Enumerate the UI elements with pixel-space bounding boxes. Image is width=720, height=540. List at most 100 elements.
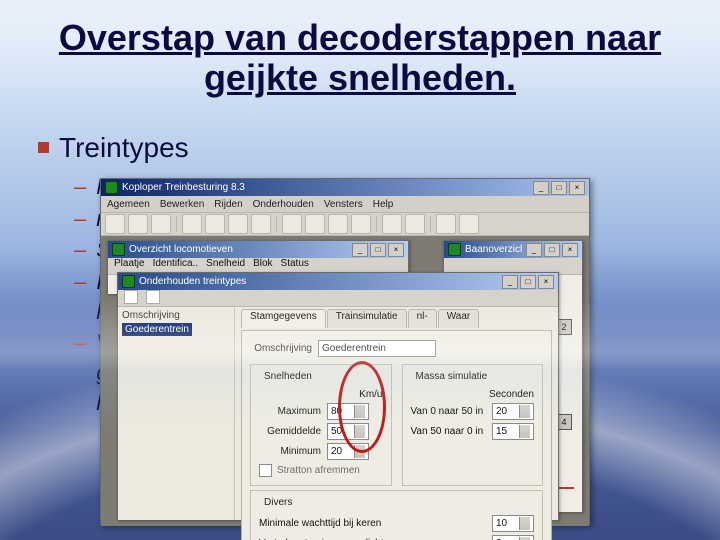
list-header: Omschrijving [122, 310, 230, 321]
close-button[interactable]: × [538, 275, 554, 289]
input-max[interactable]: 80 [327, 403, 369, 420]
baan-title: Baanoverzicht [465, 244, 522, 255]
toolbar-separator [430, 216, 431, 232]
input-omschrijving[interactable]: Goederentrein [318, 340, 436, 357]
minimize-button[interactable]: _ [526, 243, 542, 257]
menubar: Agemeen Bewerken Rijden Onderhouden Vens… [101, 196, 589, 213]
menu-item[interactable]: Agemeen [107, 199, 150, 210]
ov-title: Overzicht locomotieven [129, 244, 348, 255]
toolbar-button[interactable] [251, 214, 271, 234]
checkbox-stratton[interactable]: Stratton afremmen [259, 464, 383, 477]
toolbar-button[interactable] [151, 214, 171, 234]
menu-item[interactable]: Rijden [214, 199, 242, 210]
tab-stamgegevens[interactable]: Stamgegevens [241, 309, 326, 328]
dlg-list: Omschrijving Goederentrein [118, 307, 235, 520]
main-titlebar[interactable]: Koploper Treinbesturing 8.3 _ □ × [101, 179, 589, 196]
minimize-button[interactable]: _ [352, 243, 368, 257]
dash-icon: – [74, 235, 86, 265]
window-buttons: _ □ × [533, 181, 585, 195]
baan-titlebar[interactable]: Baanoverzicht _□× [444, 241, 582, 258]
main-title: Koploper Treinbesturing 8.3 [122, 182, 529, 193]
tab-nl[interactable]: nl- [408, 309, 437, 328]
dlg-right: Stamgegevens Trainsimulatie nl- Waar Oms… [235, 307, 558, 520]
bullet-l1-text: Treintypes [59, 132, 189, 164]
window-icon [112, 243, 125, 256]
group-title: Massa simulatie [413, 371, 491, 382]
label-min: Minimum [259, 446, 321, 457]
toolbar-button[interactable] [182, 214, 202, 234]
group-snelheden: Snelheden Km/u Maximum 80 Gemiddelde 50 Mi… [250, 364, 392, 486]
dlg-panel: Omschrijving Goederentrein Snelheden Km/… [241, 330, 552, 540]
group-title: Snelheden [261, 371, 315, 382]
dlg-titlebar[interactable]: Onderhouden treintypes _□× [118, 273, 558, 290]
label-mid: Gemiddelde [259, 426, 321, 437]
minimize-button[interactable]: _ [502, 275, 518, 289]
list-item-selected[interactable]: Goederentrein [122, 323, 192, 336]
label-max: Maximum [259, 406, 321, 417]
checkbox-icon [259, 464, 272, 477]
label-massa1: Van 0 naar 50 in [411, 406, 487, 417]
menu-item[interactable]: Help [373, 199, 394, 210]
app-icon [105, 181, 118, 194]
app-screenshot: Koploper Treinbesturing 8.3 _ □ × Agemee… [100, 178, 590, 525]
toolbar-button[interactable] [228, 214, 248, 234]
toolbar-button[interactable] [405, 214, 425, 234]
dlg-body: Omschrijving Goederentrein Stamgegevens … [118, 307, 558, 520]
toolbar-separator [276, 216, 277, 232]
dash-icon: – [74, 267, 86, 297]
bullet-level1: Treintypes [38, 132, 682, 164]
unit-label: Km/u [359, 389, 382, 400]
input-mid[interactable]: 50 [327, 423, 369, 440]
tab-waar[interactable]: Waar [438, 309, 480, 328]
input-massa2[interactable]: 15 [492, 423, 534, 440]
maximize-button[interactable]: □ [520, 275, 536, 289]
toolbar-button[interactable] [382, 214, 402, 234]
toolbar-button[interactable] [328, 214, 348, 234]
window-icon [122, 275, 135, 288]
dlg-toolbar [118, 290, 558, 307]
toolbar-button[interactable] [305, 214, 325, 234]
input-div2[interactable]: 2 [492, 535, 534, 540]
toolbar-button[interactable] [105, 214, 125, 234]
toolbar-button[interactable] [459, 214, 479, 234]
menu-item[interactable]: Onderhouden [253, 199, 314, 210]
toolbar-separator [176, 216, 177, 232]
group-massa: Massa simulatie Seconden Van 0 naar 50 i… [402, 364, 544, 486]
label-omschrijving: Omschrijving [250, 343, 312, 354]
minimize-button[interactable]: _ [533, 181, 549, 195]
dash-icon: – [74, 204, 86, 234]
menu-item[interactable]: Vensters [324, 199, 363, 210]
toolbar-separator [376, 216, 377, 232]
toolbar-button[interactable] [436, 214, 456, 234]
maximize-button[interactable]: □ [544, 243, 560, 257]
maximize-button[interactable]: □ [551, 181, 567, 195]
toolbar-button[interactable] [282, 214, 302, 234]
toolbar-button[interactable] [205, 214, 225, 234]
group-divers: Divers Minimale wachttijd bij keren10 Ve… [250, 490, 543, 540]
tab-trainsimulatie[interactable]: Trainsimulatie [327, 309, 407, 328]
toolbar-button[interactable] [124, 290, 138, 304]
slide-title: Overstap van decoderstappen naar geijkte… [38, 18, 682, 97]
input-massa1[interactable]: 20 [492, 403, 534, 420]
ov-titlebar[interactable]: Overzicht locomotieven _□× [108, 241, 408, 258]
slide: Overstap van decoderstappen naar geijkte… [0, 0, 720, 540]
toolbar-button[interactable] [351, 214, 371, 234]
dialog-treintypes: Onderhouden treintypes _□× Omschrijving … [117, 272, 559, 520]
mdi-area: Overzicht locomotieven _□× Plaatje Ident… [101, 236, 589, 526]
input-min[interactable]: 20 [327, 443, 369, 460]
toolbar-button[interactable] [128, 214, 148, 234]
dash-icon: – [74, 328, 86, 358]
close-button[interactable]: × [569, 181, 585, 195]
toolbar-button[interactable] [146, 290, 160, 304]
input-div1[interactable]: 10 [492, 515, 534, 532]
dlg-title: Onderhouden treintypes [139, 276, 498, 287]
dlg-tabs: Stamgegevens Trainsimulatie nl- Waar [241, 309, 552, 328]
bullet-square-icon [38, 142, 49, 153]
menu-item[interactable]: Bewerken [160, 199, 204, 210]
close-button[interactable]: × [388, 243, 404, 257]
maximize-button[interactable]: □ [370, 243, 386, 257]
dash-icon: – [74, 172, 86, 202]
close-button[interactable]: × [562, 243, 578, 257]
label-div1: Minimale wachttijd bij keren [259, 518, 486, 529]
unit-label: Seconden [489, 389, 534, 400]
